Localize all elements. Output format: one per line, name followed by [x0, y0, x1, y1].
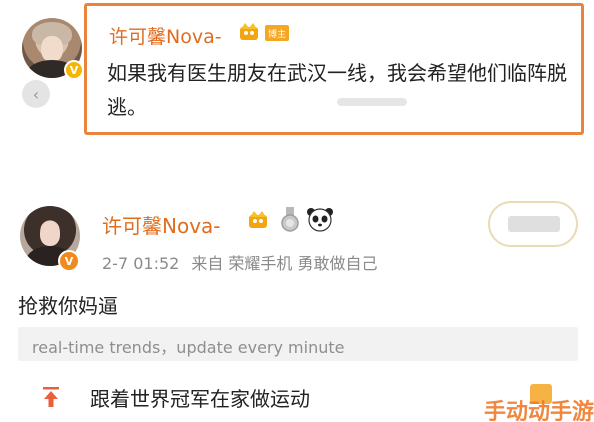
crown-icon	[249, 211, 267, 228]
highlighted-post-card: 许可馨Nova- 博主 如果我有医生朋友在武汉一线，我会希望他们临阵脱逃。	[84, 3, 584, 135]
follow-button-redacted-label	[508, 216, 560, 232]
trend-item[interactable]: 跟着世界冠军在家做运动	[90, 383, 310, 412]
post-username[interactable]: 许可馨Nova-	[102, 210, 221, 239]
verified-icon: V	[64, 60, 84, 80]
redaction-smudge	[337, 98, 407, 106]
verified-icon: V	[58, 250, 80, 272]
creator-badge: 博主	[265, 25, 289, 41]
trend-banner-text: real-time trends，update every minute	[32, 338, 345, 357]
pin-top-icon	[43, 387, 59, 407]
avatar-face	[41, 36, 63, 62]
post-body: 抢救你妈逼	[18, 294, 118, 318]
post-text: 如果我有医生朋友在武汉一线，我会希望他们临阵脱逃。	[107, 61, 567, 119]
post-source: 来自 荣耀手机 勇敢做自己	[191, 254, 378, 273]
panda-icon	[307, 208, 333, 232]
post-meta: 2-7 01:52 来自 荣耀手机 勇敢做自己	[102, 250, 378, 274]
watermark: 手动动手游	[484, 400, 594, 422]
post-username[interactable]: 许可馨Nova-	[109, 22, 222, 49]
trend-banner[interactable]: real-time trends，update every minute	[18, 327, 578, 361]
avatar-face	[40, 222, 60, 246]
back-arrow-button[interactable]: ‹	[22, 80, 50, 108]
post-time: 2-7 01:52	[102, 254, 180, 273]
medal-icon	[281, 207, 299, 232]
crown-icon	[240, 23, 258, 40]
follow-button[interactable]	[488, 201, 578, 247]
